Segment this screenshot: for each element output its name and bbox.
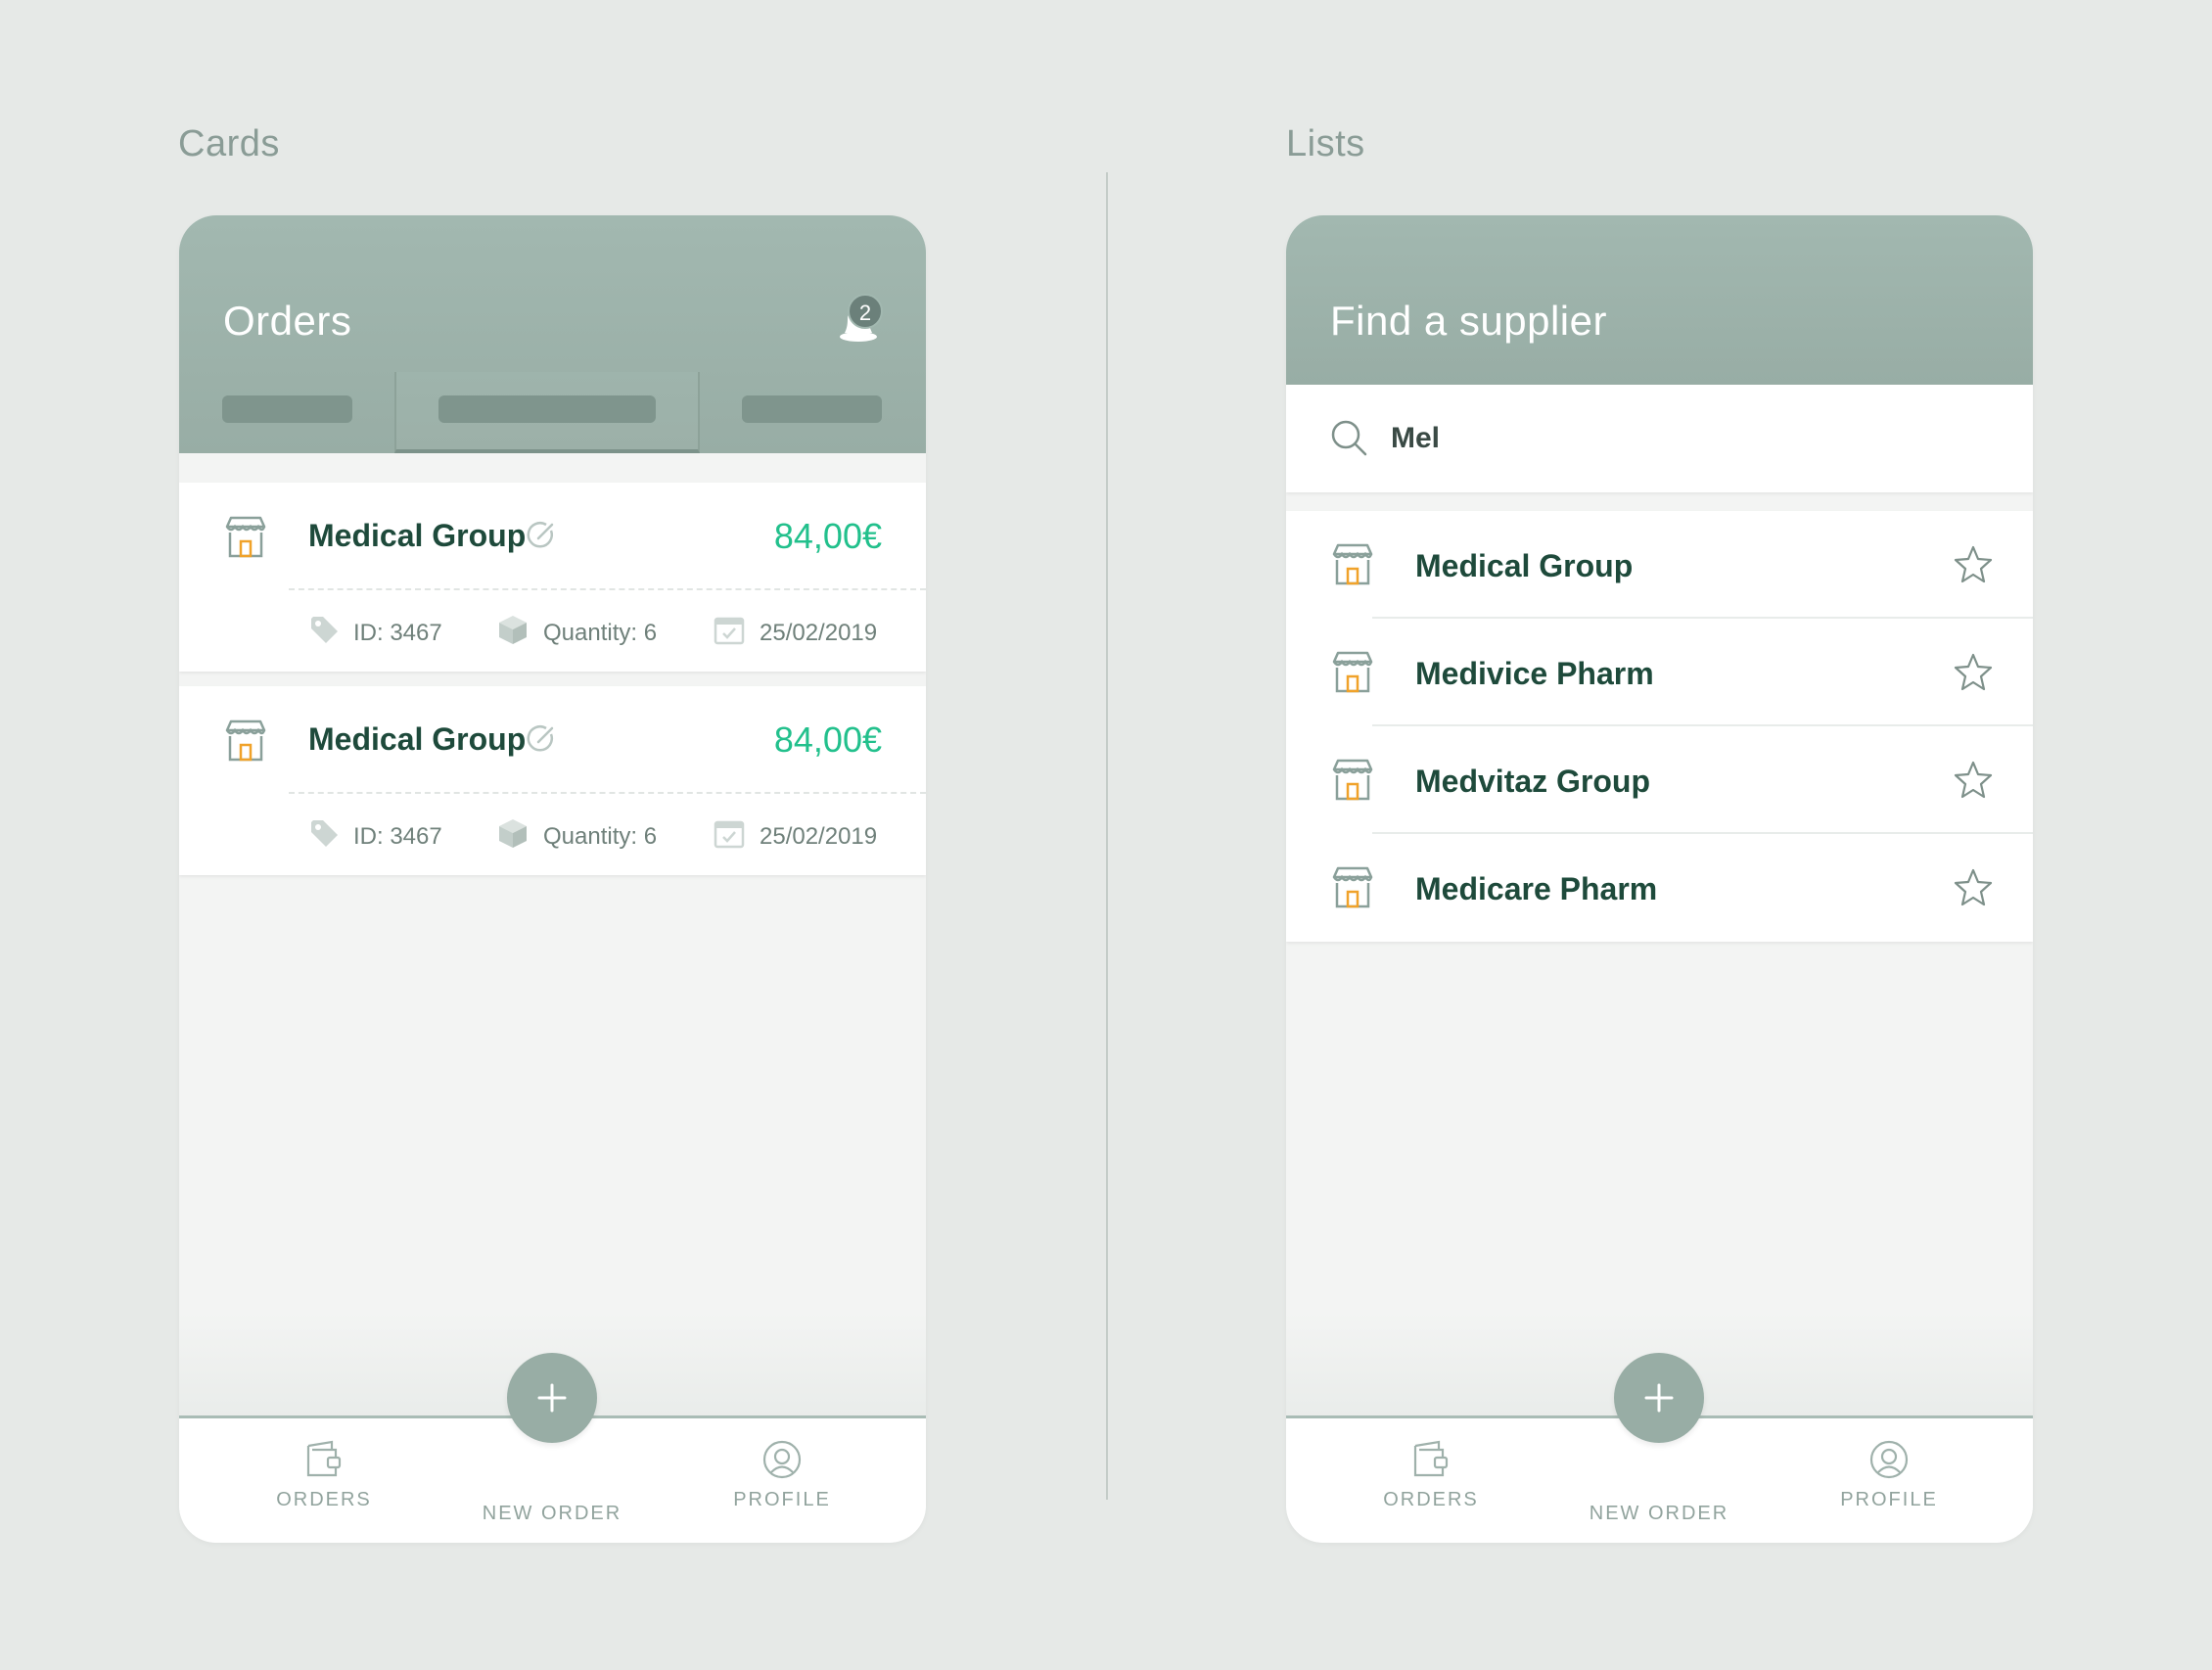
shop-icon [1332, 543, 1373, 585]
order-date: 25/02/2019 [760, 620, 878, 646]
nav-new-order-label: NEW ORDER [482, 1503, 622, 1524]
plus-icon [1644, 1383, 1674, 1413]
search-bar[interactable] [1286, 385, 2033, 492]
orders-header: Orders 2 [179, 215, 926, 453]
box-icon [499, 616, 527, 644]
shop-icon [225, 516, 266, 558]
new-order-button[interactable] [507, 1353, 597, 1443]
wallet-icon [306, 1440, 342, 1477]
nav-orders[interactable]: ORDERS [1343, 1438, 1519, 1511]
list-item[interactable]: Medical Group [1286, 511, 2033, 619]
supplier-name: Medical Group [1415, 548, 1634, 583]
search-icon [1331, 420, 1367, 456]
nav-profile-label: PROFILE [1840, 1489, 1938, 1510]
nav-new-order-label: NEW ORDER [1589, 1503, 1729, 1524]
star-icon[interactable] [1953, 760, 1994, 801]
page-title: Orders [223, 298, 352, 344]
order-id: ID: 3467 [353, 823, 442, 850]
nav-orders-label: ORDERS [1383, 1489, 1479, 1510]
profile-icon [762, 1440, 802, 1479]
wallet-icon [1413, 1440, 1449, 1477]
nav-new-order[interactable]: NEW ORDER [1571, 1495, 1747, 1525]
section-divider [1106, 172, 1108, 1500]
tab-3[interactable] [742, 395, 882, 423]
card-divider [289, 792, 926, 794]
nav-profile[interactable]: PROFILE [694, 1438, 870, 1511]
shop-icon [225, 719, 266, 762]
order-quantity: Quantity: 6 [543, 823, 658, 850]
list-item[interactable]: Medivice Pharm [1286, 619, 2033, 726]
order-quantity: Quantity: 6 [543, 620, 658, 646]
supplier-screen: Find a supplier Medical Group [1286, 215, 2033, 1543]
supplier-header: Find a supplier [1286, 215, 2033, 385]
search-input[interactable] [1391, 422, 1880, 455]
star-icon[interactable] [1953, 652, 1994, 693]
calendar-icon [714, 820, 745, 849]
tab-bar [179, 372, 926, 453]
order-date: 25/02/2019 [760, 823, 878, 850]
tag-icon [311, 820, 338, 847]
tab-2[interactable] [438, 395, 656, 423]
plus-icon [537, 1383, 567, 1413]
lists-section-title: Lists [1286, 123, 1365, 164]
nav-profile-label: PROFILE [733, 1489, 831, 1510]
nav-new-order[interactable]: NEW ORDER [464, 1495, 640, 1525]
new-order-button[interactable] [1614, 1353, 1704, 1443]
supplier-name: Medivice Pharm [1415, 656, 1654, 691]
page-title: Find a supplier [1330, 298, 1607, 344]
supplier-name: Medvitaz Group [1415, 764, 1651, 799]
star-icon[interactable] [1953, 544, 1994, 585]
shop-icon [1332, 651, 1373, 693]
order-card[interactable]: Medical Group 84,00€ ID: 3467 Quantity: … [179, 483, 926, 672]
order-price: 84,00€ [773, 516, 882, 556]
edit-icon[interactable] [526, 520, 557, 551]
cards-section-title: Cards [178, 123, 280, 164]
notification-badge: 2 [848, 294, 883, 329]
box-icon [499, 819, 527, 848]
supplier-name: Medical Group [308, 721, 527, 757]
list-item[interactable]: Medvitaz Group [1286, 726, 2033, 834]
order-card[interactable]: Medical Group 84,00€ ID: 3467 Quantity: … [179, 686, 926, 875]
orders-screen: Orders 2 Medical Group 84,00€ ID: 3467 Q… [179, 215, 926, 1543]
edit-icon[interactable] [526, 723, 557, 755]
supplier-list: Medical Group Medivice Pharm Medvitaz Gr… [1286, 511, 2033, 942]
profile-icon [1869, 1440, 1909, 1479]
star-icon[interactable] [1953, 867, 1994, 908]
tag-icon [311, 617, 338, 643]
nav-profile[interactable]: PROFILE [1801, 1438, 1977, 1511]
nav-orders[interactable]: ORDERS [236, 1438, 412, 1511]
calendar-icon [714, 617, 745, 645]
shop-icon [1332, 759, 1373, 801]
nav-orders-label: ORDERS [276, 1489, 372, 1510]
list-item[interactable]: Medicare Pharm [1286, 834, 2033, 942]
order-id: ID: 3467 [353, 620, 442, 646]
order-price: 84,00€ [773, 719, 882, 760]
supplier-name: Medical Group [308, 518, 527, 553]
supplier-name: Medicare Pharm [1415, 871, 1658, 906]
shop-icon [1332, 866, 1373, 908]
card-divider [289, 588, 926, 590]
tab-1[interactable] [222, 395, 352, 423]
